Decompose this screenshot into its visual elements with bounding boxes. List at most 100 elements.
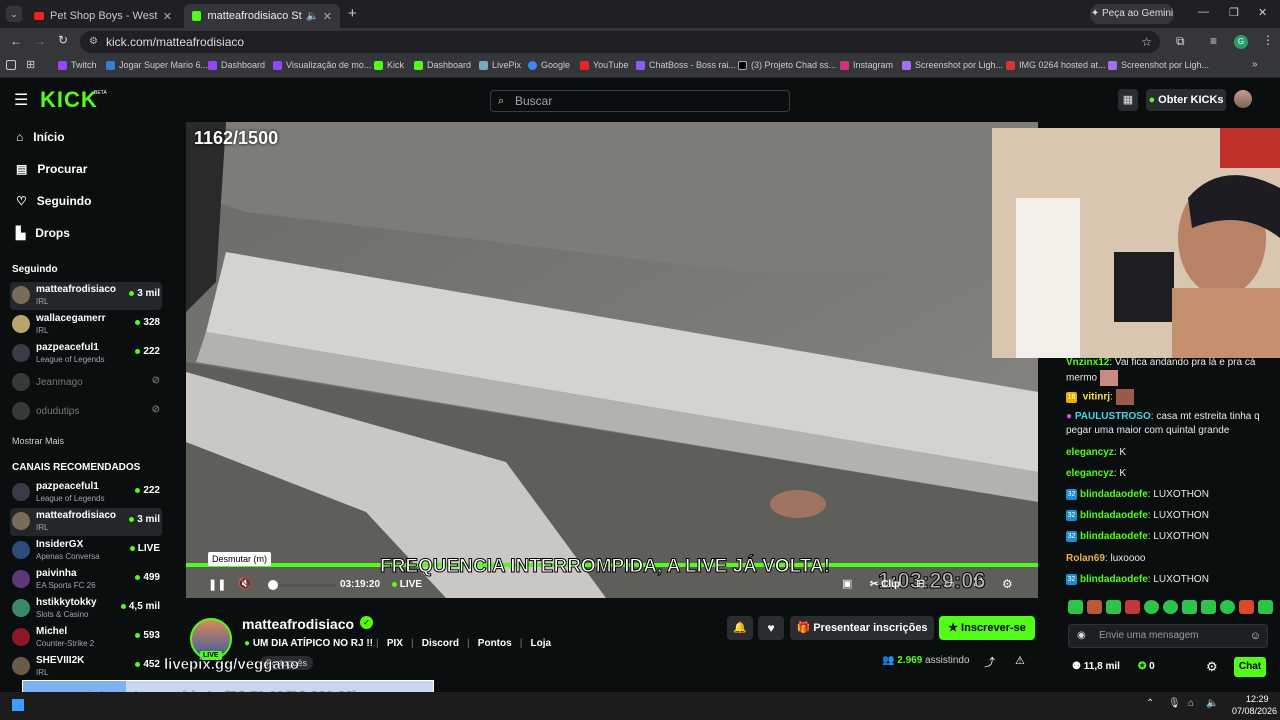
bookmark-item[interactable]: LivePix <box>479 60 521 70</box>
tab-search-icon[interactable]: ⌄ <box>6 6 22 22</box>
search-input[interactable]: ⌕ Buscar <box>490 90 790 112</box>
fullscreen-icon[interactable]: ⛶ <box>974 577 982 590</box>
recommended-channel-insidergx[interactable]: InsiderGX Apenas Conversa LIVE <box>10 537 162 565</box>
share-icon[interactable]: ⤴ <box>984 654 995 670</box>
emote-icon[interactable] <box>1106 600 1121 614</box>
captions-icon[interactable]: ⊟ <box>916 577 925 590</box>
clip-button[interactable]: ✂ Clip <box>870 579 900 590</box>
sidebar-channel-matteafrodisiaco[interactable]: matteafrodisiaco IRL 3 mil <box>10 282 162 310</box>
emote-icon[interactable] <box>1163 600 1178 614</box>
taskbar-time[interactable]: 12:29 <box>1246 694 1269 704</box>
bookmark-star-icon[interactable]: ☆ <box>1141 31 1152 53</box>
bookmark-item[interactable]: IMG 0264 hosted at... <box>1006 60 1106 70</box>
chat-username[interactable]: vitinrj <box>1083 392 1110 403</box>
kick-logo[interactable]: KICK <box>40 87 98 113</box>
nav-home[interactable]: ⌂ Início <box>16 130 65 144</box>
chat-username[interactable]: blindadaodefe <box>1080 510 1148 521</box>
tray-chevron-icon[interactable]: ⌃ <box>1146 698 1154 709</box>
sidebar-channel-jeanmago[interactable]: Jeanmago ⊘ <box>10 369 162 397</box>
restore-button[interactable]: ❐ <box>1229 6 1239 19</box>
windows-start-icon[interactable] <box>12 699 24 711</box>
new-tab-button[interactable]: + <box>348 5 357 22</box>
nav-drops[interactable]: ▙ Drops <box>16 226 70 240</box>
bookmark-item[interactable]: Screenshot por Ligh... <box>1108 60 1209 70</box>
sidebar-channel-pazpeaceful1[interactable]: pazpeaceful1 League of Legends 222 <box>10 340 162 368</box>
chat-username[interactable]: blindadaodefe <box>1080 531 1148 542</box>
nav-browse[interactable]: ▤ Procurar <box>16 162 87 176</box>
recommended-channel-sheviii2k[interactable]: SHEVIII2K IRL 452 <box>10 653 162 681</box>
recommended-channel-matteafrodisiaco[interactable]: matteafrodisiaco IRL 3 mil <box>10 508 162 536</box>
emote-icon[interactable] <box>1144 600 1159 614</box>
emote-icon[interactable] <box>1239 600 1254 614</box>
chat-username[interactable]: Vnzinx12 <box>1066 357 1109 368</box>
emote-icon[interactable] <box>1182 600 1197 614</box>
show-more-link[interactable]: Mostrar Mais <box>12 436 64 446</box>
profile-avatar[interactable]: G <box>1234 35 1248 49</box>
get-kicks-button[interactable]: ● Obter KICKs <box>1146 89 1226 111</box>
channel-name[interactable]: matteafrodisiaco <box>242 616 354 632</box>
theater-mode-icon[interactable]: ▭ <box>944 577 954 590</box>
close-window-button[interactable]: ✕ <box>1258 6 1267 19</box>
report-icon[interactable]: ⚠ <box>1015 654 1025 667</box>
back-icon[interactable]: ← <box>10 34 22 48</box>
chat-username[interactable]: blindadaodefe <box>1080 574 1148 585</box>
sidebar-channel-wallacegamerr[interactable]: wallacegamerr IRL 328 <box>10 311 162 339</box>
tab-kick[interactable]: matteafrodisiaco Stream - \ 🔈 ✕ <box>184 4 340 28</box>
channel-points[interactable]: ⚉ 11,8 mil <box>1072 661 1120 672</box>
chat-username[interactable]: Rolan69 <box>1066 553 1105 564</box>
close-tab-icon[interactable]: ✕ <box>323 10 332 23</box>
emoji-icon[interactable]: ☺ <box>1250 625 1261 647</box>
bookmark-item[interactable]: YouTube <box>580 60 628 70</box>
chat-username[interactable]: elegancyz <box>1066 447 1114 458</box>
extensions-icon[interactable]: ⧉ <box>1176 34 1185 49</box>
subscribe-button[interactable]: ★ Inscrever-se <box>939 616 1035 640</box>
kicks-balance[interactable]: ✪ 0 <box>1138 661 1155 672</box>
bookmark-item[interactable]: Jogar Super Mario 6... <box>106 60 208 70</box>
taskbar-date[interactable]: 07/08/2026 <box>1232 706 1277 716</box>
emote-icon[interactable] <box>1201 600 1216 614</box>
network-icon[interactable]: ⌂ <box>1188 698 1194 709</box>
layout-toggle-button[interactable]: ▦ <box>1118 89 1138 111</box>
emote-icon[interactable] <box>1220 600 1235 614</box>
emote-icon[interactable] <box>1068 600 1083 614</box>
gift-subs-button[interactable]: 🎁 Presentear inscrições <box>790 616 934 640</box>
bookmark-item[interactable]: Dashboard <box>414 60 471 70</box>
link-discord[interactable]: Discord <box>422 638 459 649</box>
minimize-button[interactable]: — <box>1198 6 1209 18</box>
chat-send-button[interactable]: Chat <box>1234 657 1266 677</box>
reload-icon[interactable]: ↻ <box>58 33 68 47</box>
recommended-channel-michel[interactable]: Michel Counter-Strike 2 593 <box>10 624 162 652</box>
chat-username[interactable]: blindadaodefe <box>1080 489 1148 500</box>
volume-icon[interactable]: 🔈 <box>1206 698 1218 709</box>
chat-settings-icon[interactable]: ◉ <box>1077 625 1086 647</box>
volume-slider-handle[interactable] <box>268 580 278 590</box>
bookmark-item[interactable]: Kick <box>374 60 404 70</box>
bookmark-item[interactable]: Instagram <box>840 60 893 70</box>
gemini-button[interactable]: ✦ Peça ao Gemini <box>1090 4 1174 24</box>
link-pontos[interactable]: Pontos <box>478 638 512 649</box>
link-loja[interactable]: Loja <box>531 638 552 649</box>
recommended-channel-hstikkytokky[interactable]: hstikkytokky Slots & Casino 4,5 mil <box>10 595 162 623</box>
apps-grid-icon[interactable]: ⊞ <box>26 58 35 71</box>
sidebar-channel-odudutips[interactable]: odudutips ⊘ <box>10 398 162 426</box>
bookmark-item[interactable]: (3) Projeto Chad ss... <box>738 60 836 70</box>
recommended-channel-pazpeaceful1[interactable]: pazpeaceful1 League of Legends 222 <box>10 479 162 507</box>
bookmark-item[interactable]: Screenshot por Ligh... <box>902 60 1003 70</box>
forward-icon[interactable]: → <box>34 34 46 48</box>
chat-message-input[interactable]: ◉ Envie uma mensagem ☺ <box>1068 624 1268 648</box>
pause-button[interactable]: ❚❚ <box>208 578 226 591</box>
pip-icon[interactable]: ▣ <box>842 577 852 590</box>
link-pix[interactable]: PIX <box>387 638 403 649</box>
bookmark-item[interactable]: Dashboard <box>208 60 265 70</box>
settings-icon[interactable]: ⚙ <box>1002 577 1013 591</box>
more-bookmarks-icon[interactable]: » <box>1252 59 1258 70</box>
recommended-channel-paivinha[interactable]: paivinha EA Sports FC 26 499 <box>10 566 162 594</box>
bookmark-item[interactable]: ChatBoss - Boss rai... <box>636 60 736 70</box>
video-player[interactable]: 1162/1500 FREQUENCIA INTERROMPIDA, A LIV… <box>186 122 1038 598</box>
tab-manager-icon[interactable]: ≡ <box>1210 34 1217 48</box>
unmute-button[interactable]: 🔇 <box>238 577 252 590</box>
nav-following[interactable]: ♡ Seguindo <box>16 194 91 208</box>
chat-gear-icon[interactable]: ⚙ <box>1206 659 1218 675</box>
emote-icon[interactable] <box>1125 600 1140 614</box>
url-field[interactable]: ⚙ kick.com/matteafrodisiaco ☆ <box>80 31 1160 53</box>
